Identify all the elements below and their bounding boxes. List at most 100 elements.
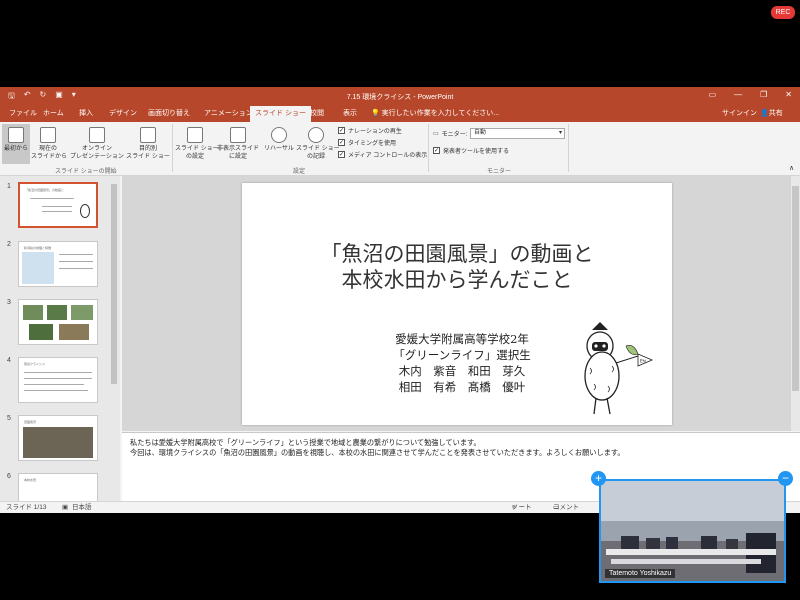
from-current-button[interactable]: 現在の スライドから xyxy=(31,127,68,161)
collapse-ribbon-icon[interactable]: ∧ xyxy=(789,164,794,172)
custom-slide-show-button[interactable]: 目的別 スライド ショー xyxy=(125,127,171,161)
thumbnail-number: 1 xyxy=(7,183,11,190)
spellcheck-icon[interactable]: ▣ xyxy=(62,502,68,513)
tab-view[interactable]: 表示 xyxy=(338,106,362,122)
play-from-current-icon xyxy=(40,127,56,143)
record-slide-show-button[interactable]: スライド ショー の記録 xyxy=(296,127,340,161)
play-narrations-checkbox[interactable]: ✓ ナレーションの再生 xyxy=(338,126,402,135)
tab-slide-show[interactable]: スライド ショー xyxy=(250,106,311,122)
media-controls-checkbox[interactable]: ✓ メディア コントロールの表示 xyxy=(338,150,427,159)
slide-thumbnails-pane: 1 「魚沼の田園風景」の動画と 2 新潟県の地理と特徴 3 4 環境クライシス … xyxy=(0,176,120,501)
scrollbar-thumb[interactable] xyxy=(792,186,799,391)
thumbnail-line xyxy=(24,384,84,385)
subtitle-line-3: 木内 紫音 和田 芽久 xyxy=(398,364,526,378)
window-title: 7.15 環境クライシス - PowerPoint xyxy=(346,94,454,101)
checkbox-checked-icon: ✓ xyxy=(338,139,345,146)
thumbnail-slide-2[interactable]: 新潟県の地理と特徴 xyxy=(18,241,98,287)
recording-badge: REC xyxy=(771,6,795,19)
online-present-icon xyxy=(89,127,105,143)
thumbnail-number: 4 xyxy=(7,357,11,364)
maximize-icon[interactable]: ❐ xyxy=(760,90,767,99)
group-start-label: スライド ショーの開始 xyxy=(55,169,117,175)
presenter-view-label: 発表者ツールを使用する xyxy=(443,149,510,155)
online-presentation-button[interactable]: オンライン プレゼンテーション xyxy=(69,127,125,161)
set-up-slide-show-button[interactable]: スライド ショー の設定 xyxy=(175,127,219,161)
from-current-label-2: スライドから xyxy=(31,154,68,160)
close-icon[interactable]: ✕ xyxy=(785,90,792,99)
photo-image xyxy=(29,324,53,340)
thumbnails-scrollbar[interactable] xyxy=(110,176,118,494)
language-indicator[interactable]: 日本語 xyxy=(72,502,92,513)
slide-subtitle[interactable]: 愛媛大学附属高等学校2年 「グリーンライフ」選択生 木内 紫音 和田 芽久 相田… xyxy=(367,331,557,395)
chevron-down-icon: ▾ xyxy=(558,130,562,136)
thumbnail-slide-3[interactable] xyxy=(18,299,98,345)
person-icon: 👤 xyxy=(760,110,769,117)
minus-icon[interactable]: − xyxy=(778,471,793,486)
current-slide[interactable]: 「魚沼の田園風景」の動画と 本校水田から学んだこと 愛媛大学附属高等学校2年 「… xyxy=(242,183,672,425)
thumbnail-number: 6 xyxy=(7,473,11,480)
scrollbar-thumb[interactable] xyxy=(111,184,117,384)
sheep-eye xyxy=(602,344,606,348)
lightbulb-icon: 💡 xyxy=(371,110,382,117)
share-button[interactable]: 👤共有 xyxy=(760,106,783,121)
thumbnail-line xyxy=(30,198,74,199)
stopwatch-icon xyxy=(271,127,287,143)
ribbon-separator xyxy=(172,124,173,172)
online-label-2: プレゼンテーション xyxy=(70,154,124,160)
thumbnail-slide-4[interactable]: 環境クライシス xyxy=(18,357,98,403)
tab-review[interactable]: 校閲 xyxy=(305,106,329,122)
screen: REC 🖫 ↶ ↻ ▣ ▾ 7.15 環境クライシス - PowerPoint … xyxy=(0,0,800,600)
sheep-mini-icon xyxy=(80,204,90,218)
tab-file[interactable]: ファイル xyxy=(4,106,42,122)
sheep-eye xyxy=(594,344,598,348)
use-timings-checkbox[interactable]: ✓ タイミングを使用 xyxy=(338,138,396,147)
thumbnail-line xyxy=(24,390,88,391)
monitor-icon: ▭ xyxy=(433,131,439,137)
thumbnail-number: 3 xyxy=(7,299,11,306)
tab-home[interactable]: ホーム xyxy=(38,106,69,122)
canvas-scrollbar[interactable] xyxy=(791,176,800,431)
photo-image xyxy=(71,305,93,320)
media-controls-label: メディア コントロールの表示 xyxy=(348,153,428,159)
hide-label-2: に設定 xyxy=(228,154,247,160)
ribbon-display-icon[interactable]: ▭ xyxy=(709,90,717,99)
thumbnail-slide-1[interactable]: 「魚沼の田園風景」の動画と xyxy=(18,182,98,228)
timings-label: タイミングを使用 xyxy=(348,141,397,147)
from-beginning-button[interactable]: 最初から xyxy=(2,124,30,164)
rehearse-label: リハーサル xyxy=(264,146,294,152)
monitor-select[interactable]: 自動 ▾ xyxy=(470,128,565,139)
photo-image xyxy=(23,305,43,320)
hide-slide-icon xyxy=(230,127,246,143)
minimize-icon[interactable]: — xyxy=(734,90,742,99)
from-beginning-label: 最初から xyxy=(3,146,28,152)
map-image xyxy=(22,252,54,284)
tell-me-box[interactable]: 💡 実行したい作業を入力してください... xyxy=(371,106,499,121)
tab-insert[interactable]: 挿入 xyxy=(74,106,98,122)
ribbon-separator xyxy=(428,124,429,172)
thumbnail-slide-6[interactable]: 本校水田 xyxy=(18,473,98,501)
sign-in-link[interactable]: サインイン xyxy=(722,106,757,121)
hide-slide-button[interactable]: 非表示スライド に設定 xyxy=(216,127,260,161)
tab-transitions[interactable]: 画面切り替え xyxy=(143,106,195,122)
comments-label: コメント xyxy=(553,504,579,511)
group-photo-image xyxy=(23,427,93,458)
thumbnail-slide-5[interactable]: 田園風景 xyxy=(18,415,98,461)
video-feed[interactable]: Tatemoto Yoshikazu xyxy=(599,479,786,583)
thumbnail-caption: 「魚沼の田園風景」の動画と xyxy=(25,188,65,192)
slide-counter: スライド 1/13 xyxy=(6,504,47,511)
tab-design[interactable]: デザイン xyxy=(104,106,142,122)
custom-show-icon xyxy=(140,127,156,143)
tell-me-text: 実行したい作業を入力してください... xyxy=(381,110,500,117)
narration-label: ナレーションの再生 xyxy=(348,129,402,135)
thumbnail-line xyxy=(42,206,72,207)
tab-animations[interactable]: アニメーション xyxy=(199,106,258,122)
slide-title[interactable]: 「魚沼の田園風景」の動画と 本校水田から学んだこと xyxy=(282,241,632,293)
record-label-2: の記録 xyxy=(306,154,325,160)
monitor-value: 自動 xyxy=(474,130,487,136)
classroom-scene-image xyxy=(601,521,784,573)
rehearse-timings-button[interactable]: リハーサル xyxy=(262,127,296,153)
ribbon: 最初から 現在の スライドから オンライン プレゼンテーション 目的別 スライド… xyxy=(0,122,800,176)
presenter-view-checkbox[interactable]: ✓ 発表者ツールを使用する xyxy=(433,146,509,155)
subtitle-line-4: 相田 有希 髙橋 優叶 xyxy=(398,380,526,394)
plus-icon[interactable]: + xyxy=(591,471,606,486)
